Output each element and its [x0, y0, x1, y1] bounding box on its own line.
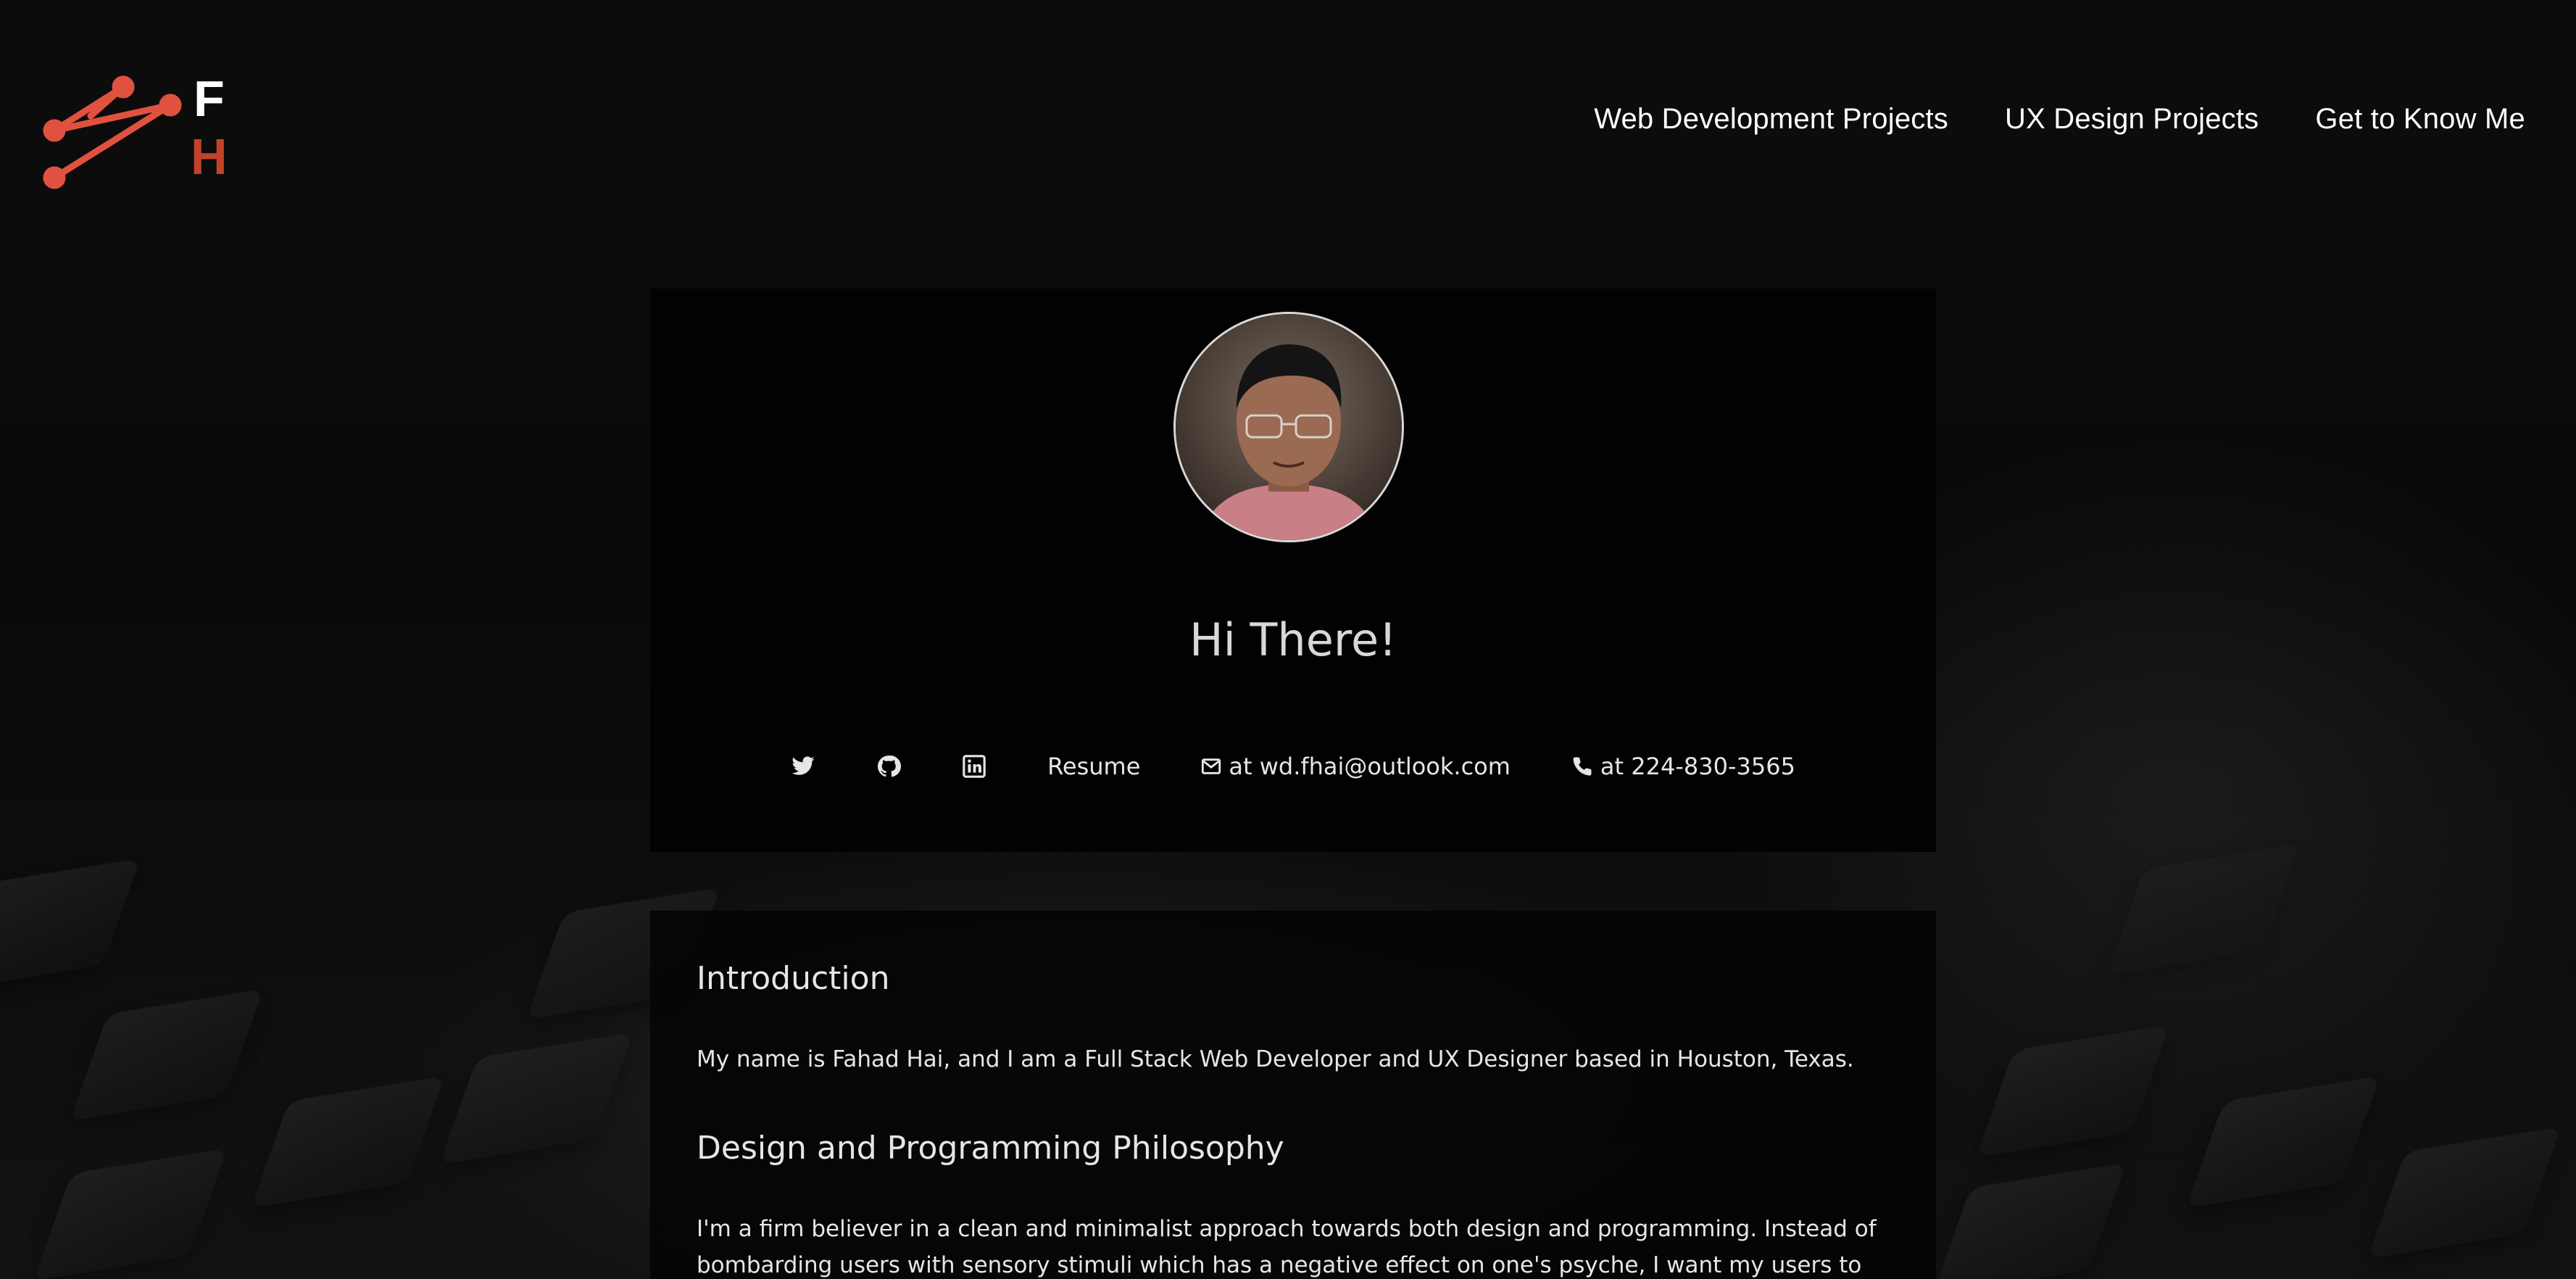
phone-icon: [1573, 757, 1592, 776]
logo-letter-h: H: [191, 128, 228, 185]
nav-get-to-know-me[interactable]: Get to Know Me: [2315, 103, 2525, 136]
email-label: at wd.fhai@outlook.com: [1229, 753, 1511, 780]
contact-links: Resume at wd.fhai@outlook.com at 224-830…: [650, 753, 1936, 780]
logo-letter-f: F: [194, 73, 225, 127]
resume-label: Resume: [1047, 753, 1141, 780]
envelope-icon: [1202, 758, 1221, 774]
page: F H Web Development Projects UX Design P…: [0, 0, 2576, 1279]
linkedin-link[interactable]: [962, 754, 986, 779]
resume-link[interactable]: Resume: [1047, 753, 1140, 780]
phone-label: at 224-830-3565: [1600, 753, 1795, 780]
nav-web-development-projects[interactable]: Web Development Projects: [1594, 103, 1948, 136]
twitter-icon: [792, 756, 815, 775]
hero-title: Hi There!: [1189, 613, 1397, 666]
introduction-section: Introduction My name is Fahad Hai, and I…: [650, 911, 1936, 1279]
main-nav: Web Development Projects UX Design Proje…: [1594, 103, 2525, 136]
site-logo[interactable]: F H: [40, 70, 236, 196]
hero-card: Hi There! Resume at wd.fhai@outlook.com …: [650, 289, 1936, 852]
philosophy-heading: Design and Programming Philosophy: [697, 1130, 1284, 1167]
introduction-text: My name is Fahad Hai, and I am a Full St…: [697, 1046, 1854, 1072]
phone-link[interactable]: at 224-830-3565: [1571, 753, 1795, 780]
nav-ux-design-projects[interactable]: UX Design Projects: [2005, 103, 2259, 136]
twitter-link[interactable]: [791, 754, 815, 779]
github-icon: [878, 755, 902, 777]
email-link[interactable]: at wd.fhai@outlook.com: [1201, 753, 1511, 780]
philosophy-text: I'm a firm believer in a clean and minim…: [697, 1216, 1877, 1278]
linkedin-icon: [963, 755, 986, 778]
github-link[interactable]: [876, 754, 902, 779]
introduction-heading: Introduction: [697, 960, 890, 997]
avatar: [1173, 312, 1404, 542]
